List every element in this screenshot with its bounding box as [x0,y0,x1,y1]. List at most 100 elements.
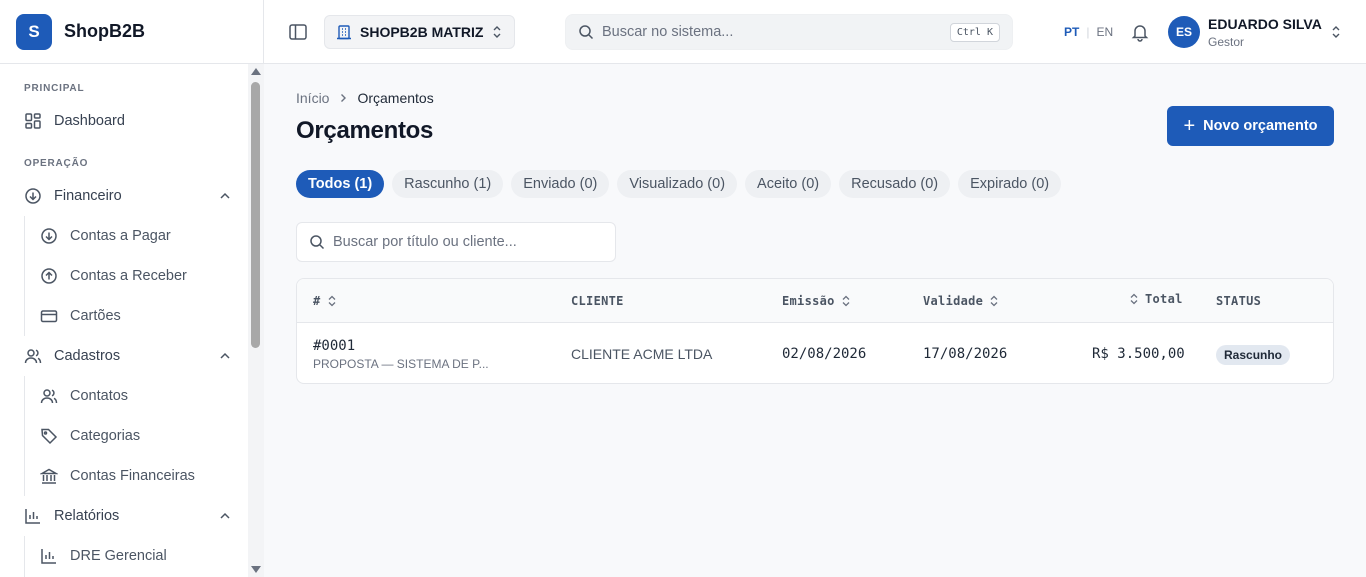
column-header-num[interactable]: # [313,294,337,308]
column-header-status: STATUS [1216,294,1262,308]
credit-card-icon [40,307,58,325]
sidebar-scrollbar[interactable] [248,64,264,577]
quote-issue-date: 02/08/2026 [782,346,867,362]
section-label-principal: PRINCIPAL [24,83,85,94]
quote-search[interactable] [296,222,616,262]
tab-recusado[interactable]: Recusado (0) [839,170,951,198]
tab-rascunho[interactable]: Rascunho (1) [392,170,504,198]
lang-en[interactable]: EN [1096,25,1113,39]
sidebar-item-financeiro[interactable]: Financeiro [24,180,232,212]
bank-icon [40,467,58,485]
plus-icon: + [1183,115,1196,137]
quote-title: PROPOSTA — SISTEMA DE P... [313,357,489,371]
sort-icon [989,295,999,307]
sidebar-item-dashboard[interactable]: Dashboard [24,105,232,137]
sidebar-item-contas-receber[interactable]: Contas a Receber [40,260,232,292]
bar-chart-icon [24,507,42,525]
new-quote-button-label: Novo orçamento [1203,118,1318,134]
sidebar-item-label: Categorias [70,428,141,444]
chevron-up-down-icon[interactable] [1330,25,1342,39]
scroll-down-arrow-icon[interactable] [251,566,261,573]
search-shortcut-hint: Ctrl K [949,22,1000,42]
quote-search-input[interactable] [333,234,603,250]
quote-total: R$ 3.500,00 [1092,346,1185,362]
sidebar-item-cadastros[interactable]: Cadastros [24,340,232,372]
users-icon [24,347,42,365]
breadcrumb-home[interactable]: Início [296,90,329,106]
sidebar-item-label: Relatórios [54,508,120,524]
sidebar-item-label: Contas a Pagar [70,228,171,244]
global-search-input[interactable] [602,24,950,40]
sort-icon [327,295,337,307]
sidebar-nav: PRINCIPAL Dashboard OPERAÇÃO Financeiro … [0,64,248,577]
sort-icon [1129,293,1139,305]
sidebar-item-contas-pagar[interactable]: Contas a Pagar [40,220,232,252]
global-search[interactable]: Ctrl K [565,14,1013,50]
company-name: SHOPB2B MATRIZ [360,24,484,40]
sidebar-item-label: Cadastros [54,348,121,364]
building-icon [336,24,352,40]
sidebar-item-label: Financeiro [54,188,122,204]
tab-enviado[interactable]: Enviado (0) [511,170,610,198]
chevron-up-icon [218,349,232,363]
bar-chart-icon [40,547,58,565]
table-header: # CLIENTE Emissão Validade Total STATUS [297,279,1333,323]
arrow-down-circle-icon [24,187,42,205]
sidebar-item-label: Contas a Receber [70,268,187,284]
avatar[interactable]: ES [1168,16,1200,48]
page-title: Orçamentos [296,117,434,144]
company-selector[interactable]: SHOPB2B MATRIZ [324,15,515,49]
search-icon [309,234,325,250]
scroll-up-arrow-icon[interactable] [251,68,261,75]
chevron-up-icon [218,189,232,203]
column-header-emissao[interactable]: Emissão [782,294,851,308]
lang-pt[interactable]: PT [1064,25,1079,39]
user-name[interactable]: EDUARDO SILVA [1208,16,1322,32]
column-label: # [313,294,321,308]
sidebar-item-label: Contatos [70,388,129,404]
column-header-cliente: CLIENTE [571,294,624,308]
sidebar-item-label: DRE Gerencial [70,548,167,564]
sidebar-item-dre-gerencial[interactable]: DRE Gerencial [40,540,232,572]
top-header: SHOPB2B MATRIZ Ctrl K PT | EN ES EDUARDO… [264,0,1366,64]
brand-name: ShopB2B [64,21,145,41]
sidebar-item-relatorios[interactable]: Relatórios [24,500,232,532]
tab-expirado[interactable]: Expirado (0) [958,170,1062,198]
arrow-up-circle-icon [40,267,58,285]
sidebar-item-label: Dashboard [54,113,125,129]
tag-icon [40,427,58,445]
sidebar-item-categorias[interactable]: Categorias [40,420,232,452]
breadcrumb: Início Orçamentos [296,90,434,106]
quotes-table: # CLIENTE Emissão Validade Total STATUS … [296,278,1334,384]
quote-number[interactable]: #0001 [313,338,355,354]
lang-separator: | [1086,25,1090,39]
chevron-right-icon [337,92,349,104]
brand-logo: S [16,13,52,50]
sidebar-item-contas-financeiras[interactable]: Contas Financeiras [40,460,232,492]
sidebar-item-label: Cartões [70,308,121,324]
breadcrumb-current: Orçamentos [357,90,434,106]
scroll-thumb[interactable] [251,82,260,348]
sidebar-toggle-icon[interactable] [288,22,308,42]
column-header-total[interactable]: Total [1129,292,1183,306]
tab-aceito[interactable]: Aceito (0) [745,170,832,198]
search-icon [578,24,594,40]
chevron-up-icon [218,509,232,523]
dashboard-icon [24,112,42,130]
column-label: Validade [923,294,984,308]
sidebar-item-contatos[interactable]: Contatos [40,380,232,412]
quote-client: CLIENTE ACME LTDA [571,346,713,362]
bell-icon[interactable] [1130,22,1150,42]
sidebar-item-cartoes[interactable]: Cartões [40,300,232,332]
tab-todos[interactable]: Todos (1) [296,170,385,198]
table-row[interactable]: #0001 PROPOSTA — SISTEMA DE P... CLIENTE… [297,324,1333,383]
brand[interactable]: S ShopB2B [0,0,263,64]
sidebar-item-label: Contas Financeiras [70,468,195,484]
language-switcher: PT | EN [1064,25,1113,39]
sidebar: S ShopB2B PRINCIPAL Dashboard OPERAÇÃO F… [0,0,264,577]
new-quote-button[interactable]: + Novo orçamento [1167,106,1334,146]
column-header-validade[interactable]: Validade [923,294,999,308]
status-tabs: Todos (1) Rascunho (1) Enviado (0) Visua… [296,170,1062,198]
tab-visualizado[interactable]: Visualizado (0) [617,170,738,198]
submenu-line [24,216,25,336]
